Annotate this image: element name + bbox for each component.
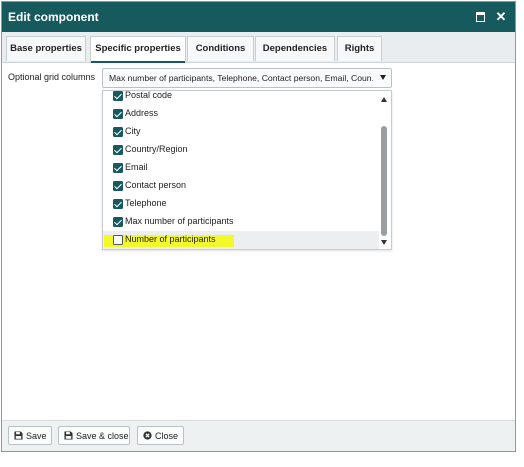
option-number-of-participants[interactable]: Number of participants — [103, 231, 379, 249]
checkbox-checked-icon[interactable] — [113, 217, 123, 227]
close-icon[interactable]: ✕ — [495, 10, 507, 23]
tab-bar: Base properties Specific properties Cond… — [2, 32, 515, 63]
option-contact-person[interactable]: Contact person — [103, 177, 379, 195]
tab-label: Base properties — [10, 43, 82, 54]
title-bar: Edit component ✕ — [2, 2, 515, 32]
checkbox-unchecked-icon[interactable] — [113, 235, 123, 245]
maximize-icon[interactable] — [474, 11, 486, 23]
columns-dropdown-list: Postal code Address City Country/Region … — [102, 90, 392, 250]
tab-label: Dependencies — [262, 43, 328, 54]
option-label: City — [125, 126, 141, 136]
dialog-footer: Save Save & close Close — [2, 420, 515, 451]
option-label: Contact person — [125, 180, 187, 190]
tab-base-properties[interactable]: Base properties — [6, 36, 86, 61]
option-country-region[interactable]: Country/Region — [103, 141, 379, 159]
select-value: Max number of participants, Telephone, C… — [109, 73, 373, 83]
option-label: Number of participants — [125, 234, 216, 244]
save-button-label: Save — [26, 431, 47, 441]
option-city[interactable]: City — [103, 123, 379, 141]
optional-grid-columns-label: Optional grid columns — [8, 72, 96, 82]
checkbox-checked-icon[interactable] — [113, 127, 123, 137]
checkbox-checked-icon[interactable] — [113, 181, 123, 191]
tab-label: Rights — [344, 43, 375, 54]
save-and-close-button[interactable]: Save & close — [58, 426, 130, 445]
checkbox-checked-icon[interactable] — [113, 109, 123, 119]
dialog-title: Edit component — [8, 10, 99, 24]
option-label: Max number of participants — [125, 216, 234, 226]
scroll-up-arrow-icon[interactable] — [381, 97, 387, 102]
option-max-number-of-participants[interactable]: Max number of participants — [103, 213, 379, 231]
floppy-disk-icon — [14, 431, 23, 440]
option-telephone[interactable]: Telephone — [103, 195, 379, 213]
caret-down-icon[interactable] — [380, 75, 386, 80]
scrollbar-thumb[interactable] — [381, 126, 387, 236]
scroll-down-arrow-icon[interactable] — [381, 240, 387, 245]
tab-conditions[interactable]: Conditions — [187, 36, 254, 61]
close-button[interactable]: Close — [137, 426, 184, 445]
option-label: Telephone — [125, 198, 167, 208]
close-circle-icon — [143, 431, 152, 440]
tab-label: Conditions — [195, 43, 246, 54]
checkbox-checked-icon[interactable] — [113, 145, 123, 155]
close-button-label: Close — [155, 431, 179, 441]
option-address[interactable]: Address — [103, 105, 379, 123]
save-button[interactable]: Save — [8, 426, 52, 445]
tab-dependencies[interactable]: Dependencies — [255, 36, 335, 61]
option-postal-code[interactable]: Postal code — [103, 90, 379, 105]
optional-grid-columns-select[interactable]: Max number of participants, Telephone, C… — [102, 68, 392, 88]
option-label: Postal code — [125, 90, 173, 100]
tab-rights[interactable]: Rights — [337, 36, 382, 61]
option-label: Address — [125, 108, 159, 118]
checkbox-checked-icon[interactable] — [113, 91, 123, 101]
active-tab-indicator — [91, 61, 185, 63]
save-and-close-button-label: Save & close — [76, 431, 129, 441]
tab-label: Specific properties — [95, 43, 181, 54]
edit-component-dialog: Edit component ✕ Base properties Specifi… — [1, 1, 516, 452]
option-label: Country/Region — [125, 144, 188, 154]
option-email[interactable]: Email — [103, 159, 379, 177]
dropdown-scrollbar[interactable] — [379, 91, 391, 249]
tab-specific-properties[interactable]: Specific properties — [90, 36, 186, 63]
checkbox-checked-icon[interactable] — [113, 163, 123, 173]
checkbox-checked-icon[interactable] — [113, 199, 123, 209]
option-label: Email — [125, 162, 148, 172]
floppy-disk-icon — [64, 431, 73, 440]
